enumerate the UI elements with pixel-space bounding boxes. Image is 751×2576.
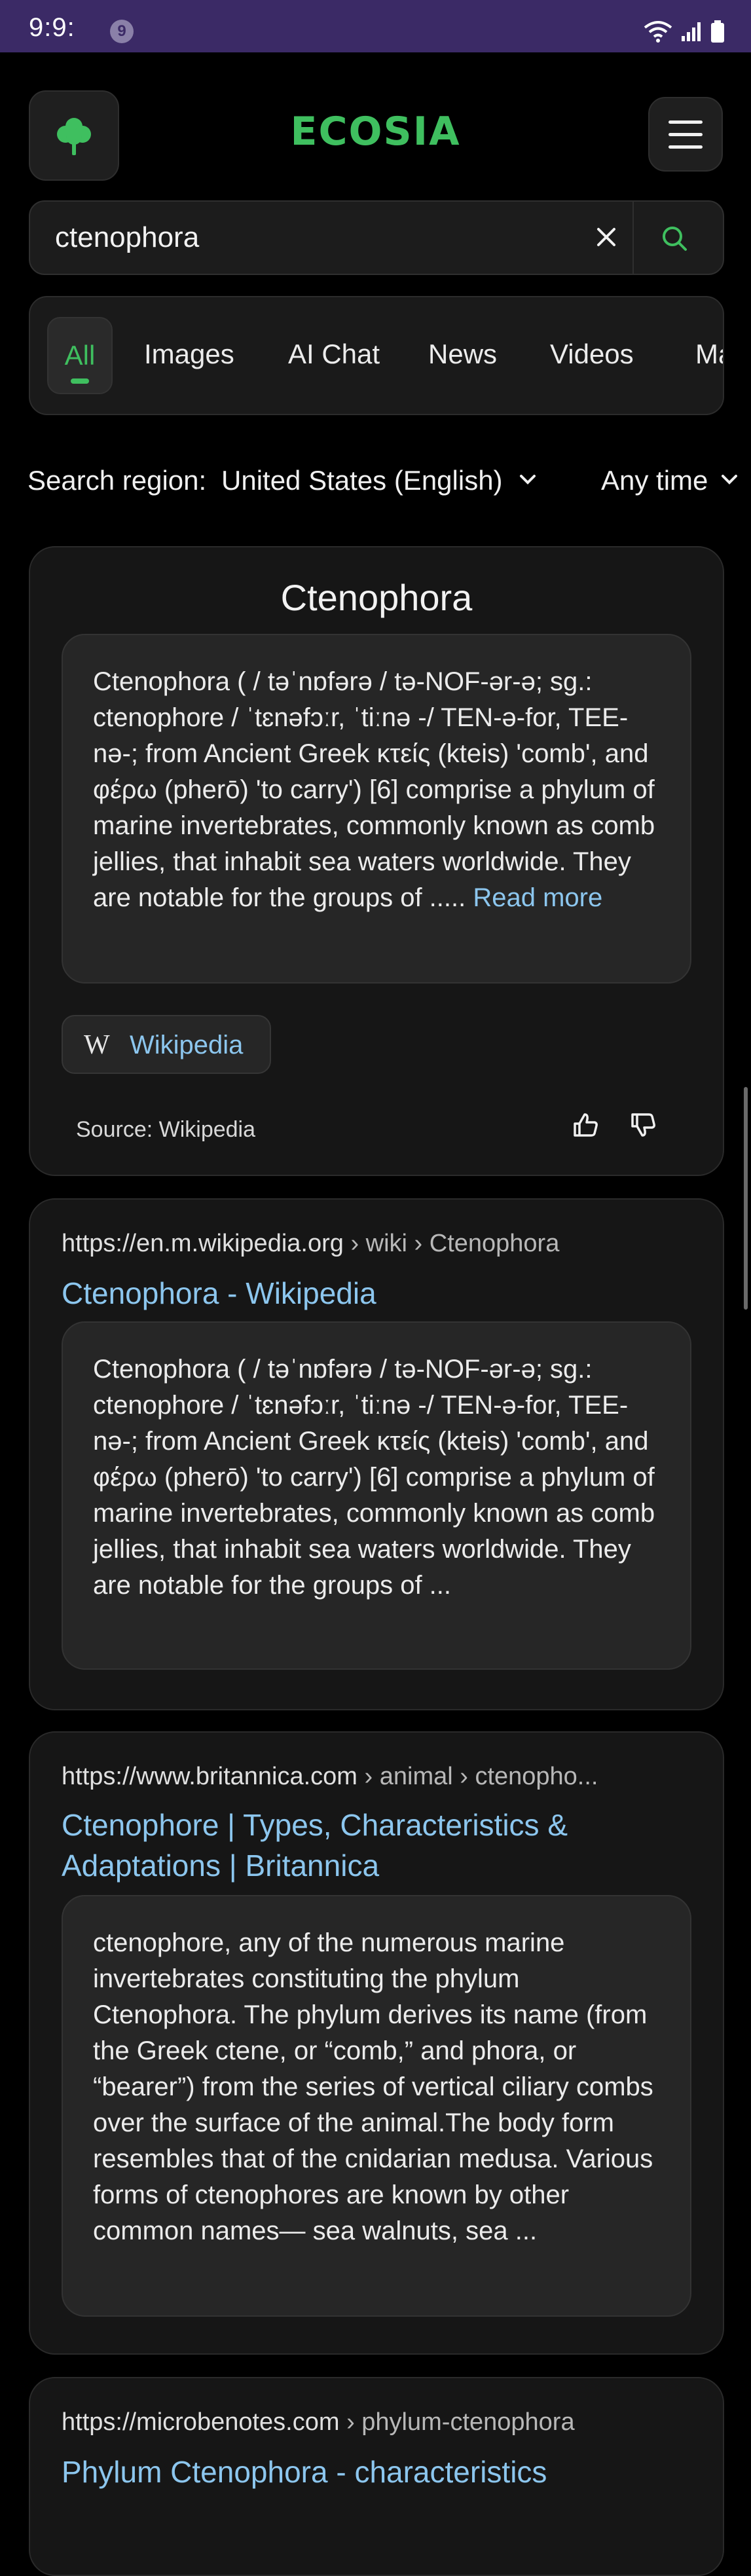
close-icon (597, 228, 615, 246)
signal-icon (682, 22, 701, 41)
header: ECOSIA (0, 52, 751, 203)
result-title-link[interactable]: Phylum Ctenophora - characteristics (62, 2452, 677, 2492)
search-bar (29, 200, 724, 275)
result-url-host: https://en.m.wikipedia.org (62, 1230, 344, 1257)
menu-button[interactable] (648, 97, 723, 172)
result-url[interactable]: https://www.britannica.com › animal › ct… (62, 1763, 598, 1791)
search-filters: Search region: United States (English) A… (0, 458, 751, 504)
active-tab-indicator (71, 378, 89, 384)
result-snippet: ctenophore, any of the numerous marine i… (93, 1928, 653, 2245)
result-snippet: Ctenophora ( / təˈnɒfərə / tə-NOF-ər-ə; … (93, 1355, 655, 1600)
result-snippet-box: ctenophore, any of the numerous marine i… (62, 1895, 691, 2317)
snippet-text: Ctenophora ( / təˈnɒfərə / tə-NOF-ər-ə; … (93, 667, 655, 912)
result-url[interactable]: https://en.m.wikipedia.org › wiki › Cten… (62, 1230, 559, 1258)
scrollbar[interactable] (744, 1087, 748, 1310)
status-icons (644, 18, 725, 45)
battery-icon (711, 20, 724, 43)
wikipedia-link-chip[interactable]: W Wikipedia (62, 1015, 271, 1074)
tab-more[interactable]: Ma (695, 317, 723, 392)
result-url-path: › wiki › Ctenophora (343, 1230, 560, 1257)
chevron-down-icon[interactable] (720, 473, 739, 486)
hamburger-icon (669, 132, 703, 136)
notification-badge: 9 (110, 20, 134, 43)
status-bar: 9:9: 9 (0, 0, 751, 52)
time-dropdown[interactable]: Any time (601, 465, 708, 496)
thumbs-up-icon[interactable] (571, 1111, 600, 1139)
knowledge-panel-snippet: Ctenophora ( / təˈnɒfərə / tə-NOF-ər-ə; … (93, 664, 669, 916)
thumbs-down-icon[interactable] (629, 1111, 657, 1139)
knowledge-panel-snippet-box: Ctenophora ( / təˈnɒfərə / tə-NOF-ər-ə; … (62, 634, 691, 984)
tab-videos[interactable]: Videos (550, 317, 634, 392)
source-label: Source: Wikipedia (76, 1117, 256, 1142)
knowledge-panel-title: Ctenophora (280, 577, 473, 618)
result-snippet-box: Ctenophora ( / təˈnɒfərə / tə-NOF-ər-ə; … (62, 1321, 691, 1670)
wikipedia-link-label: Wikipedia (130, 1031, 244, 1059)
search-result-1: https://en.m.wikipedia.org › wiki › Cten… (29, 1198, 724, 1710)
tab-news[interactable]: News (428, 317, 497, 392)
brand-logo[interactable]: ECOSIA (0, 109, 751, 155)
region-label: Search region: (27, 465, 207, 496)
tab-all[interactable]: All (47, 317, 113, 394)
result-url-path: › animal › ctenopho... (357, 1763, 598, 1790)
tab-label: All (64, 340, 96, 371)
tab-ai-chat[interactable]: AI Chat (288, 317, 380, 392)
search-result-3: https://microbenotes.com › phylum-ctenop… (29, 2377, 724, 2576)
search-result-2: https://www.britannica.com › animal › ct… (29, 1731, 724, 2355)
wikipedia-icon: W (84, 1030, 110, 1060)
read-more-link[interactable]: Read more (473, 883, 602, 912)
result-url-host: https://www.britannica.com (62, 1763, 357, 1790)
knowledge-panel: Ctenophora Ctenophora ( / təˈnɒfərə / tə… (29, 546, 724, 1176)
search-icon (663, 227, 687, 251)
result-url-host: https://microbenotes.com (62, 2408, 340, 2436)
region-dropdown[interactable]: United States (English) (221, 465, 503, 496)
hamburger-icon (669, 145, 703, 149)
search-tabs: All Images AI Chat News Videos Ma (29, 296, 724, 415)
search-input[interactable] (54, 217, 567, 258)
search-button[interactable] (653, 217, 695, 259)
tab-images[interactable]: Images (144, 317, 234, 392)
wifi-icon (644, 21, 672, 43)
result-title-link[interactable]: Ctenophore | Types, Characteristics & Ad… (62, 1805, 677, 1886)
result-url[interactable]: https://microbenotes.com › phylum-ctenop… (62, 2408, 575, 2437)
search-divider (632, 202, 634, 274)
status-time: 9:9: (29, 13, 75, 42)
result-title-link[interactable]: Ctenophora - Wikipedia (62, 1273, 677, 1314)
clear-search-button[interactable] (587, 217, 626, 257)
chevron-down-icon[interactable] (519, 473, 537, 486)
hamburger-icon (669, 120, 703, 124)
result-url-path: › phylum-ctenophora (339, 2408, 575, 2436)
